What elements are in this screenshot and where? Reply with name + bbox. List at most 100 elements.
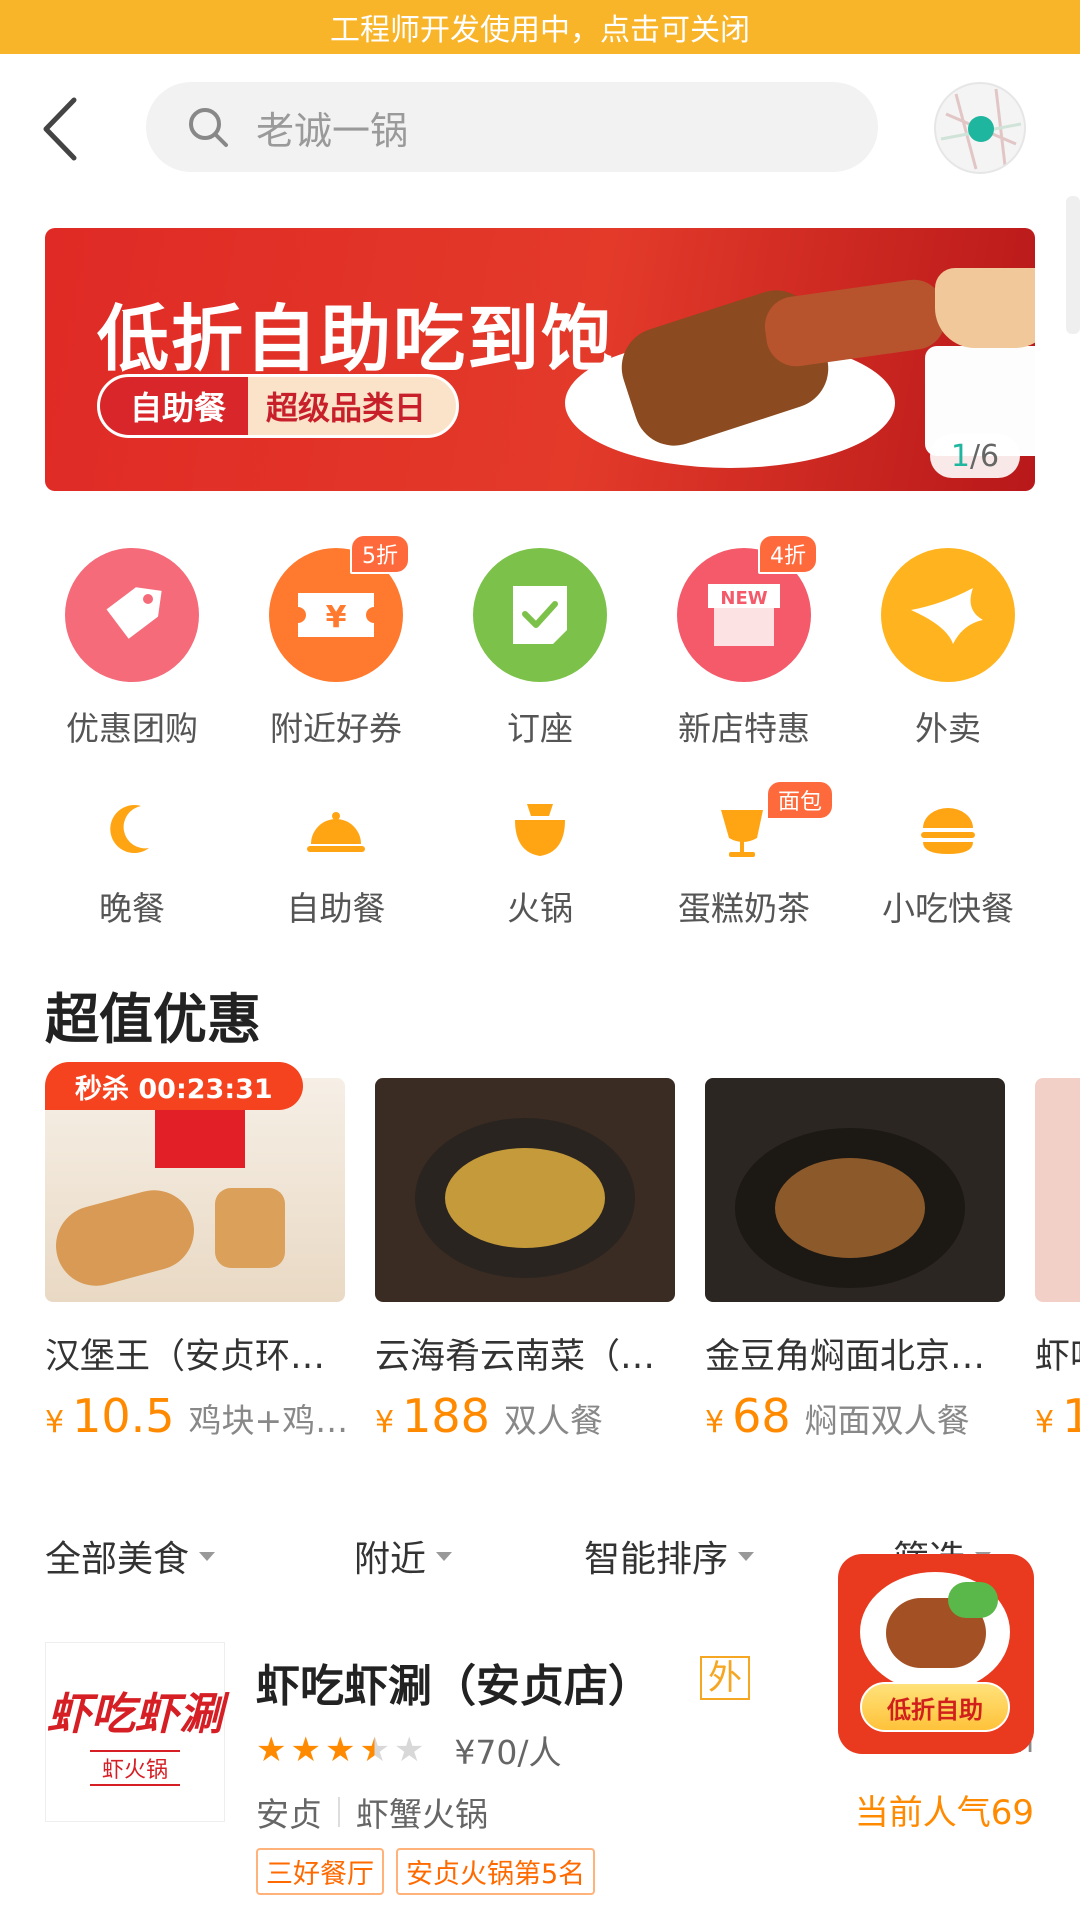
svg-text:¥: ¥: [326, 600, 347, 635]
category-label: 附近好券: [270, 709, 402, 748]
deal-price: 68: [732, 1389, 791, 1442]
deal-name: 汉堡王（安贞环…: [45, 1337, 326, 1377]
banner-tag-pill: 自助餐 超级品类日: [97, 374, 460, 438]
deal-price-row: ¥ 68 焖面双人餐: [705, 1389, 1005, 1442]
svg-text:NEW: NEW: [720, 588, 767, 609]
deal-price: 10.5: [72, 1389, 175, 1442]
banner-food-image-2: [761, 275, 949, 371]
location-cuisine: 安贞 虾蟹火锅: [256, 1788, 488, 1836]
coupon-tag-icon: [65, 548, 199, 682]
currency-symbol: ¥: [1035, 1405, 1055, 1440]
category-new-store[interactable]: NEW 4折 新店特惠: [642, 534, 846, 750]
deal-price: 188: [402, 1389, 490, 1442]
subcategory-hotpot[interactable]: 火锅: [438, 800, 642, 930]
deal-image: [705, 1078, 1005, 1302]
category-label: 外卖: [915, 709, 981, 748]
banner-pager: 1/6: [930, 434, 1020, 478]
caret-down-icon: [199, 1551, 216, 1561]
category-nearby-coupons[interactable]: ¥ 5折 附近好券: [234, 534, 438, 750]
star-half-icon: ★: [359, 1730, 390, 1770]
reservation-check-icon: [473, 548, 607, 682]
banner-tag-category-day: 超级品类日: [266, 389, 427, 427]
deal-image: [375, 1078, 675, 1302]
chevron-left-icon: [43, 97, 77, 161]
district: 安贞: [256, 1795, 322, 1834]
category-group-buy[interactable]: 优惠团购: [30, 548, 234, 750]
popularity: 当前人气69: [854, 1793, 1034, 1833]
deal-price-row: ¥ 188 双人餐: [375, 1389, 675, 1442]
discount-badge: 5折: [350, 534, 410, 574]
deal-name: 虾吃: [1035, 1337, 1080, 1377]
banner-cake-image: [935, 268, 1035, 348]
currency-symbol: ¥: [705, 1405, 725, 1440]
subcategory-cake-tea[interactable]: 面包 蛋糕奶茶: [642, 780, 846, 930]
star-icon: ★: [393, 1730, 425, 1770]
bread-badge: 面包: [766, 780, 835, 820]
star-icon: ★: [256, 1730, 287, 1770]
soup-image: [445, 1148, 605, 1248]
subcategory-buffet[interactable]: 自助餐: [234, 800, 438, 930]
deal-description: 鸡块+鸡…: [188, 1401, 349, 1440]
deal-name: 金豆角焖面北京…: [705, 1337, 986, 1377]
category-takeout[interactable]: 外卖: [846, 548, 1050, 750]
currency-symbol: ¥: [375, 1405, 395, 1440]
filter-smart-sort[interactable]: 智能排序: [584, 1530, 755, 1582]
average-price: ¥70/人: [454, 1733, 562, 1772]
discount-badge: 4折: [758, 534, 818, 574]
deal-image: [1035, 1078, 1080, 1302]
deals-carousel[interactable]: 秒杀 00:23:31 汉堡王（安贞环… ¥ 10.5 鸡块+鸡… 云海肴云南菜…: [0, 1062, 1080, 1442]
deal-price: 1: [1062, 1389, 1080, 1442]
deal-card[interactable]: 金豆角焖面北京… ¥ 68 焖面双人餐: [705, 1078, 1005, 1442]
location-dot: [968, 116, 994, 142]
promo-button[interactable]: 低折自助: [860, 1682, 1010, 1732]
restaurant-tag: 三好餐厅: [256, 1848, 384, 1895]
restaurant-name: 虾吃虾涮（安贞店）: [256, 1661, 652, 1712]
subcategory-label: 小吃快餐: [882, 889, 1014, 928]
pager-current: 1: [950, 438, 970, 474]
promo-banner[interactable]: 低折自助吃到饱 自助餐 超级品类日 1/6: [45, 228, 1035, 491]
scroll-indicator: [1066, 196, 1080, 334]
section-title: 超值优惠: [45, 988, 261, 1051]
restaurant-logo: 虾吃虾涮 虾火锅: [45, 1642, 225, 1822]
delivery-kangaroo-icon: [881, 548, 1015, 682]
deal-card[interactable]: 虾吃 ¥ 1: [1035, 1078, 1080, 1442]
map-button[interactable]: [934, 82, 1026, 174]
noodles-image: [775, 1158, 925, 1258]
fried-chicken-image: [47, 1181, 203, 1295]
category-reservation[interactable]: 订座: [438, 548, 642, 750]
subcategory-label: 蛋糕奶茶: [678, 889, 810, 928]
filter-label: 附近: [354, 1539, 427, 1580]
discount-sign-image: [155, 1108, 245, 1168]
burger-icon: [913, 800, 983, 860]
restaurant-tag: 安贞火锅第5名: [396, 1848, 596, 1895]
category-label: 新店特惠: [678, 709, 810, 748]
deal-card[interactable]: 云海肴云南菜（… ¥ 188 双人餐: [375, 1078, 675, 1442]
floating-promo[interactable]: 低折自助: [838, 1554, 1034, 1754]
star-icon: ★: [324, 1730, 356, 1770]
deal-card[interactable]: 汉堡王（安贞环… ¥ 10.5 鸡块+鸡…: [45, 1078, 348, 1442]
takeout-badge: 外: [700, 1656, 750, 1700]
banner-title: 低折自助吃到饱: [97, 297, 616, 381]
search-placeholder: 老诚一锅: [256, 108, 409, 153]
category-label: 优惠团购: [66, 709, 198, 748]
search-icon: [189, 108, 228, 147]
subcategory-dinner[interactable]: 晚餐: [30, 800, 234, 930]
filter-label: 智能排序: [584, 1539, 729, 1580]
filter-all-food[interactable]: 全部美食: [45, 1530, 216, 1582]
developer-mode-bar[interactable]: 工程师开发使用中，点击可关闭: [0, 0, 1080, 54]
search-bar[interactable]: 老诚一锅: [146, 82, 878, 172]
back-button[interactable]: [38, 94, 88, 164]
filter-nearby[interactable]: 附近: [354, 1530, 453, 1582]
top-bar: 老诚一锅: [0, 54, 1080, 200]
star-icon: ★: [290, 1730, 321, 1770]
promo-vegetable-image: [948, 1582, 998, 1618]
cloche-icon: [301, 800, 371, 860]
caret-down-icon: [436, 1551, 453, 1561]
subcategory-snacks[interactable]: 小吃快餐: [846, 800, 1050, 930]
nuggets-image: [215, 1188, 285, 1268]
cuisine: 虾蟹火锅: [356, 1795, 488, 1834]
pager-total: /6: [969, 438, 1000, 474]
caret-down-icon: [738, 1551, 755, 1561]
logo-text: 虾吃虾涮: [47, 1689, 223, 1740]
hotpot-icon: [505, 800, 575, 860]
